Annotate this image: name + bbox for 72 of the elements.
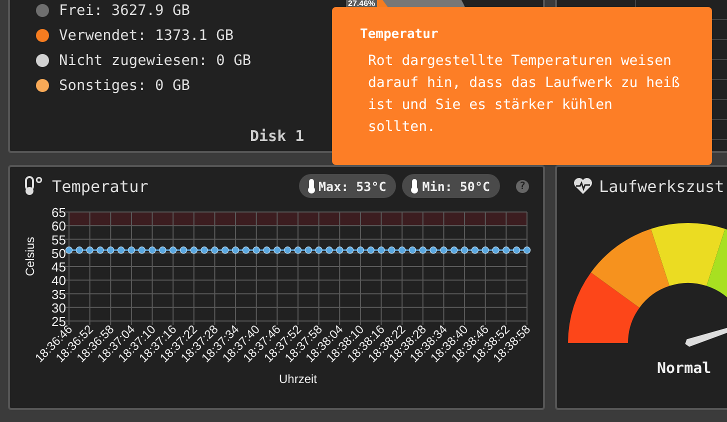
data-point xyxy=(388,246,396,254)
data-point xyxy=(128,246,136,254)
card-title: Temperatur xyxy=(52,176,150,196)
legend-label: Frei: 3627.9 GB xyxy=(59,2,190,18)
data-point xyxy=(315,246,322,254)
pie-percent-label: 27.46% xyxy=(346,0,378,7)
data-point xyxy=(148,246,156,254)
legend-label: Sonstiges: 0 GB xyxy=(59,78,190,94)
data-point xyxy=(232,246,240,254)
data-point xyxy=(211,246,218,254)
y-tick-label: 55 xyxy=(52,232,66,248)
data-point xyxy=(430,246,437,254)
data-point xyxy=(76,246,83,254)
data-point xyxy=(242,246,250,254)
x-axis-title: Uhrzeit xyxy=(279,372,317,386)
data-point xyxy=(159,246,166,254)
data-point xyxy=(169,246,177,254)
data-point xyxy=(252,246,260,254)
data-point xyxy=(107,246,114,254)
data-point xyxy=(263,246,270,254)
data-point xyxy=(356,246,364,254)
data-point xyxy=(336,246,344,254)
data-point xyxy=(502,246,510,254)
max-temperature-badge: Max: 53°C xyxy=(298,174,396,198)
data-point xyxy=(274,246,281,254)
data-point xyxy=(378,246,385,254)
data-point xyxy=(222,246,229,254)
data-point xyxy=(65,246,73,254)
y-tick-label: 50 xyxy=(52,246,66,261)
data-point xyxy=(460,246,468,254)
thermometer-icon xyxy=(410,178,420,194)
y-tick-label: 60 xyxy=(52,218,66,234)
data-point xyxy=(523,246,531,254)
y-tick-label: 35 xyxy=(52,286,66,302)
data-point xyxy=(513,246,520,254)
thermometer-icon xyxy=(306,178,316,194)
data-point xyxy=(346,246,354,254)
data-point xyxy=(200,246,208,254)
data-point xyxy=(492,246,500,254)
data-point xyxy=(398,246,406,254)
data-point xyxy=(471,246,479,254)
data-point xyxy=(117,246,125,254)
data-point xyxy=(180,246,188,254)
data-point xyxy=(419,246,426,254)
heartbeat-icon xyxy=(573,177,593,195)
data-point xyxy=(440,246,448,254)
card-title: Laufwerkszust xyxy=(599,176,724,196)
data-point xyxy=(138,246,146,254)
y-tick-label: 30 xyxy=(52,300,66,316)
min-temperature-badge: Min: 50°C xyxy=(402,174,500,198)
y-tick-label: 45 xyxy=(52,260,66,274)
y-tick-label: 65 xyxy=(52,205,66,220)
data-point xyxy=(367,246,374,254)
data-point xyxy=(482,246,489,254)
data-point xyxy=(190,246,198,254)
help-icon[interactable]: ? xyxy=(516,180,529,192)
disk-label: Disk 1 xyxy=(250,127,304,145)
tooltip-title: Temperatur xyxy=(360,27,440,42)
data-point xyxy=(96,246,104,254)
data-point xyxy=(284,246,292,254)
legend-label: Nicht zugewiesen: 0 GB xyxy=(59,52,252,68)
data-point xyxy=(304,246,312,254)
data-point xyxy=(294,246,302,254)
data-point xyxy=(86,246,94,254)
legend-label: Verwendet: 1373.1 GB xyxy=(59,28,234,44)
data-point xyxy=(450,246,458,254)
status-label: Normal xyxy=(657,359,712,377)
y-tick-label: 40 xyxy=(52,273,66,288)
y-axis-title: Celsius xyxy=(23,236,37,276)
data-point xyxy=(326,246,333,254)
tooltip-text: Rot dargestellte Temperaturen weisen darauf hin, dass das Laufwerk zu heiß ist und Sie es stärker kühlen sollten. xyxy=(368,52,681,137)
data-point xyxy=(408,246,416,254)
